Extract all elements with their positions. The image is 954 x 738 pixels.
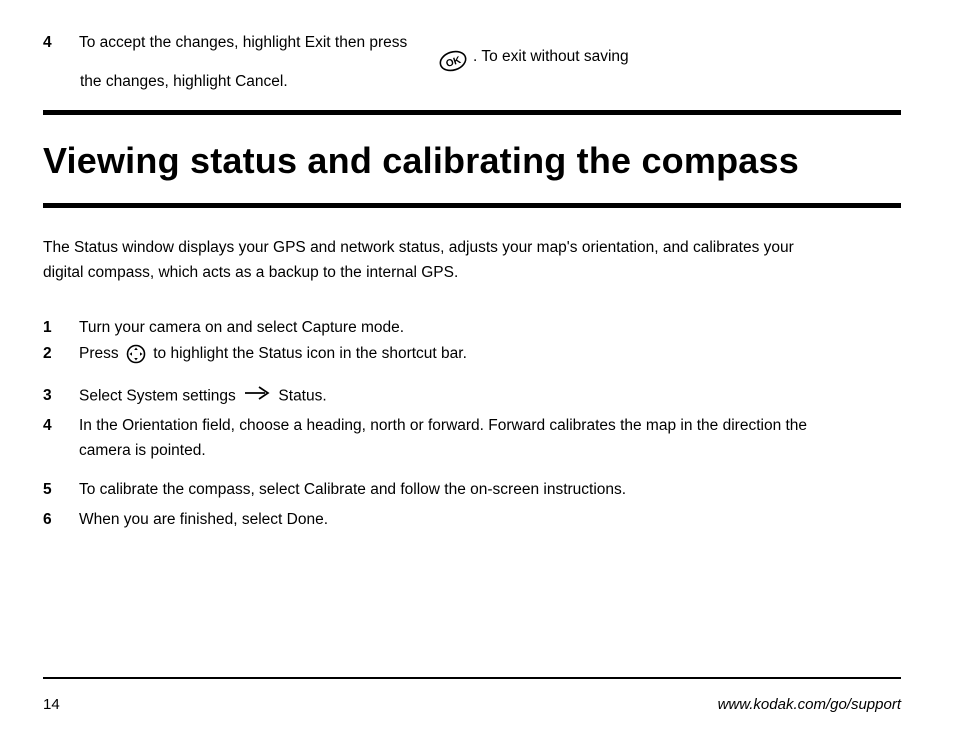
- step-text-a: Press: [79, 345, 119, 362]
- step-1: 1 Turn your camera on and select Capture…: [43, 316, 843, 341]
- arrow-right-icon: [244, 384, 270, 409]
- step-text-b: to highlight the Status icon in the shor…: [153, 345, 467, 362]
- step-number: 4: [43, 32, 73, 54]
- rule-bottom: [43, 203, 901, 208]
- footer-rule: [43, 677, 901, 679]
- intro-paragraph: The Status window displays your GPS and …: [43, 236, 803, 286]
- ok-icon: OK: [438, 46, 468, 76]
- step-text-post-icon: . To exit without saving: [473, 48, 629, 66]
- step-5: 5 To calibrate the compass, select Calib…: [43, 478, 843, 503]
- step-text-b: the changes, highlight Cancel.: [80, 73, 288, 91]
- step-text: In the Orientation field, choose a headi…: [79, 414, 843, 464]
- page-number: 14: [43, 696, 60, 713]
- step-text-b: Status.: [278, 388, 326, 405]
- step-number: 5: [43, 478, 73, 503]
- step-text: To calibrate the compass, select Calibra…: [79, 478, 626, 503]
- step-6: 6 When you are finished, select Done.: [43, 508, 843, 533]
- footer-url: www.kodak.com/go/support: [718, 696, 901, 713]
- step-4-top: 4 To accept the changes, highlight Exit …: [43, 32, 407, 54]
- step-text: When you are finished, select Done.: [79, 508, 328, 533]
- step-3: 3 Select System settings Status.: [43, 384, 843, 409]
- step-text: Turn your camera on and select Capture m…: [79, 316, 404, 341]
- step-text: Select System settings Status.: [79, 384, 327, 409]
- step-number: 3: [43, 384, 73, 409]
- step-4: 4 In the Orientation field, choose a hea…: [43, 414, 843, 464]
- rule-top: [43, 110, 901, 115]
- step-text-a: Select System settings: [79, 388, 236, 405]
- step-text: Press to highlight the Status icon in th…: [79, 342, 467, 367]
- step-number: 6: [43, 508, 73, 533]
- step-2: 2 Press to highlight the Status icon in …: [43, 342, 843, 367]
- step-text-a: To accept the changes, highlight Exit th…: [79, 32, 407, 54]
- step-number: 2: [43, 342, 73, 367]
- step-number: 4: [43, 414, 73, 439]
- step-number: 1: [43, 316, 73, 341]
- nav-icon: [126, 344, 146, 364]
- section-heading: Viewing status and calibrating the compa…: [43, 140, 799, 182]
